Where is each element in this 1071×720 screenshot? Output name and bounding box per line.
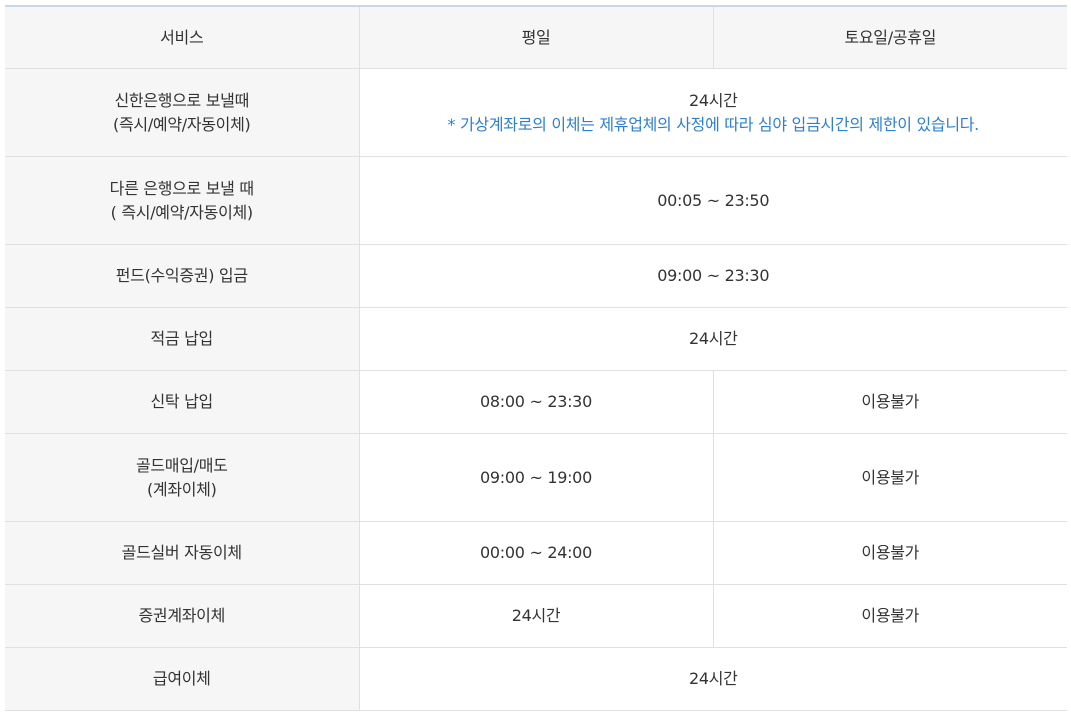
service-line: (즉시/예약/자동이체) — [113, 114, 251, 134]
row-hours-weekend: 이용불가 — [712, 584, 1067, 648]
table-body: 신한은행으로 보낼때 (즉시/예약/자동이체) 24시간 * 가상계좌로의 이체… — [5, 68, 1067, 711]
transfer-hours-table-wrapper: 서비스 평일 토요일/공휴일 신한은행으로 보낼때 (즉시/예약/자동이체) 2… — [5, 5, 1067, 711]
row-hours-weekend: 이용불가 — [712, 433, 1067, 522]
row-service-label: 골드실버 자동이체 — [5, 521, 360, 585]
row-service-label: 골드매입/매도 (계좌이체) — [5, 433, 360, 522]
header-weekday: 평일 — [358, 6, 713, 69]
row-service-label: 펀드(수익증권) 입금 — [5, 244, 360, 308]
table-row: 적금 납입 24시간 — [5, 307, 1067, 371]
row-hours-all: 24시간 * 가상계좌로의 이체는 제휴업체의 사정에 따라 심야 입금시간의 … — [359, 68, 1067, 157]
row-hours-all: 00:05 ~ 23:50 — [359, 156, 1067, 245]
service-line: (계좌이체) — [146, 479, 217, 499]
row-hours-weekday: 00:00 ~ 24:00 — [359, 521, 713, 585]
row-hours-weekday: 09:00 ~ 19:00 — [359, 433, 713, 522]
row-service-label: 신탁 납입 — [5, 370, 360, 434]
header-row: 서비스 평일 토요일/공휴일 — [5, 6, 1067, 69]
row-hours-weekend: 이용불가 — [712, 521, 1067, 585]
header-service: 서비스 — [5, 6, 359, 69]
service-line: 골드매입/매도 — [135, 455, 228, 475]
table-row: 골드실버 자동이체 00:00 ~ 24:00 이용불가 — [5, 521, 1067, 585]
row-service-label: 적금 납입 — [5, 307, 360, 371]
row-hours-weekend: 이용불가 — [712, 370, 1067, 434]
table-row: 신한은행으로 보낼때 (즉시/예약/자동이체) 24시간 * 가상계좌로의 이체… — [5, 68, 1067, 157]
row-hours-weekday: 08:00 ~ 23:30 — [359, 370, 713, 434]
row-service-label: 증권계좌이체 — [5, 584, 360, 648]
table-row: 펀드(수익증권) 입금 09:00 ~ 23:30 — [5, 244, 1067, 308]
table-row: 급여이체 24시간 — [5, 647, 1067, 711]
virtual-account-note: * 가상계좌로의 이체는 제휴업체의 사정에 따라 심야 입금시간의 제한이 있… — [447, 114, 980, 134]
table-row: 증권계좌이체 24시간 이용불가 — [5, 584, 1067, 648]
header-weekend: 토요일/공휴일 — [712, 6, 1067, 69]
row-service-label: 신한은행으로 보낼때 (즉시/예약/자동이체) — [5, 68, 360, 157]
service-line: 다른 은행으로 보낼 때 — [109, 178, 254, 198]
row-hours-weekday: 24시간 — [359, 584, 713, 648]
table-row: 다른 은행으로 보낼 때 ( 즉시/예약/자동이체) 00:05 ~ 23:50 — [5, 156, 1067, 245]
table-header: 서비스 평일 토요일/공휴일 — [5, 6, 1067, 69]
row-hours-all: 09:00 ~ 23:30 — [359, 244, 1067, 308]
service-line: ( 즉시/예약/자동이체) — [110, 202, 254, 222]
hours-value: 24시간 — [688, 90, 738, 110]
service-line: 신한은행으로 보낼때 — [114, 90, 250, 110]
transfer-hours-table: 서비스 평일 토요일/공휴일 신한은행으로 보낼때 (즉시/예약/자동이체) 2… — [5, 5, 1067, 711]
row-hours-all: 24시간 — [359, 307, 1067, 371]
row-service-label: 급여이체 — [5, 647, 360, 711]
row-hours-all: 24시간 — [359, 647, 1067, 711]
row-service-label: 다른 은행으로 보낼 때 ( 즉시/예약/자동이체) — [5, 156, 360, 245]
table-row: 신탁 납입 08:00 ~ 23:30 이용불가 — [5, 370, 1067, 434]
table-row: 골드매입/매도 (계좌이체) 09:00 ~ 19:00 이용불가 — [5, 433, 1067, 522]
